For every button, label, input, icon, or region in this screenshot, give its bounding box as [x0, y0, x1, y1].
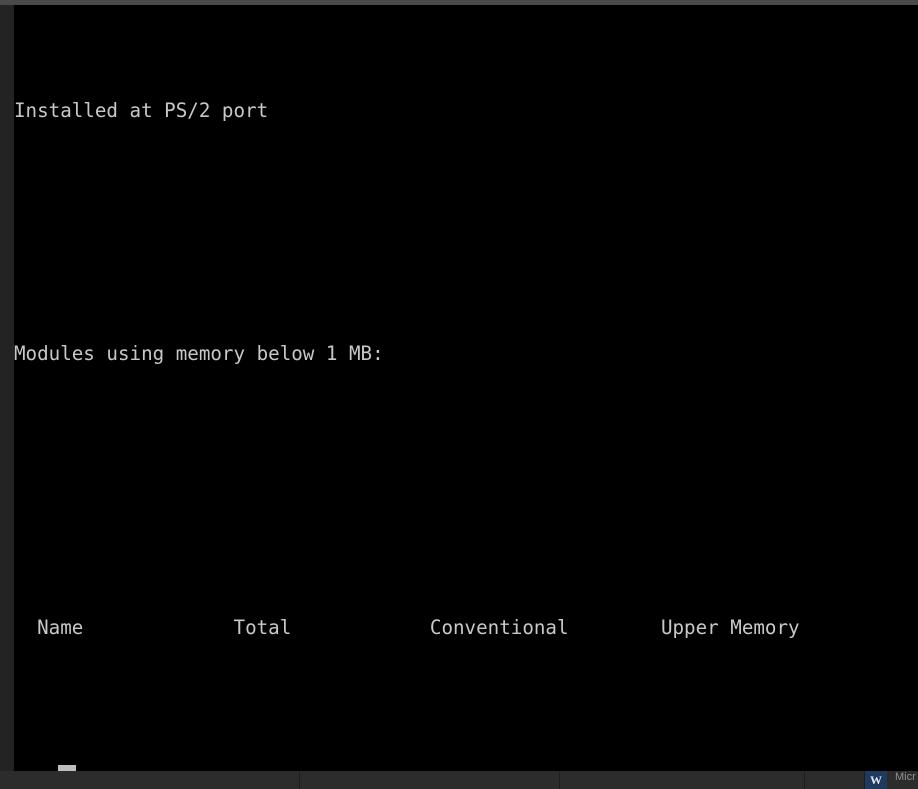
- taskbar-segment-4[interactable]: [805, 771, 865, 789]
- taskbar-segment-3[interactable]: [560, 771, 805, 789]
- modules-heading-text: Modules using memory below 1 MB:: [14, 342, 384, 366]
- word-app-icon[interactable]: W: [865, 771, 887, 789]
- memory-table-header: Name Total Conventional Upper Memory: [14, 613, 918, 643]
- header-name: Name: [37, 616, 84, 640]
- pad: [14, 616, 37, 639]
- pad: [569, 616, 661, 639]
- freedos-terminal[interactable]: Installed at PS/2 port Modules using mem…: [14, 5, 918, 771]
- background-window-text: [0, 130, 14, 520]
- terminal-line-installed-port: Installed at PS/2 port: [14, 96, 918, 126]
- pad: [83, 616, 233, 639]
- header-conventional: Conventional: [429, 616, 569, 640]
- pad: [291, 616, 430, 639]
- header-upper: Upper Memory: [660, 616, 800, 640]
- table-header-row: Name Total Conventional Upper Memory: [14, 616, 800, 640]
- word-app-label[interactable]: Micr: [887, 771, 916, 789]
- taskbar-segment-1[interactable]: [0, 771, 300, 789]
- taskbar-segment-2[interactable]: [300, 771, 560, 789]
- header-total: Total: [233, 616, 292, 640]
- terminal-line-modules-heading: Modules using memory below 1 MB:: [14, 339, 918, 369]
- installed-port-text: Installed at PS/2 port: [14, 99, 269, 123]
- taskbar[interactable]: W Micr: [0, 771, 918, 789]
- screen-root: Installed at PS/2 port Modules using mem…: [0, 0, 918, 789]
